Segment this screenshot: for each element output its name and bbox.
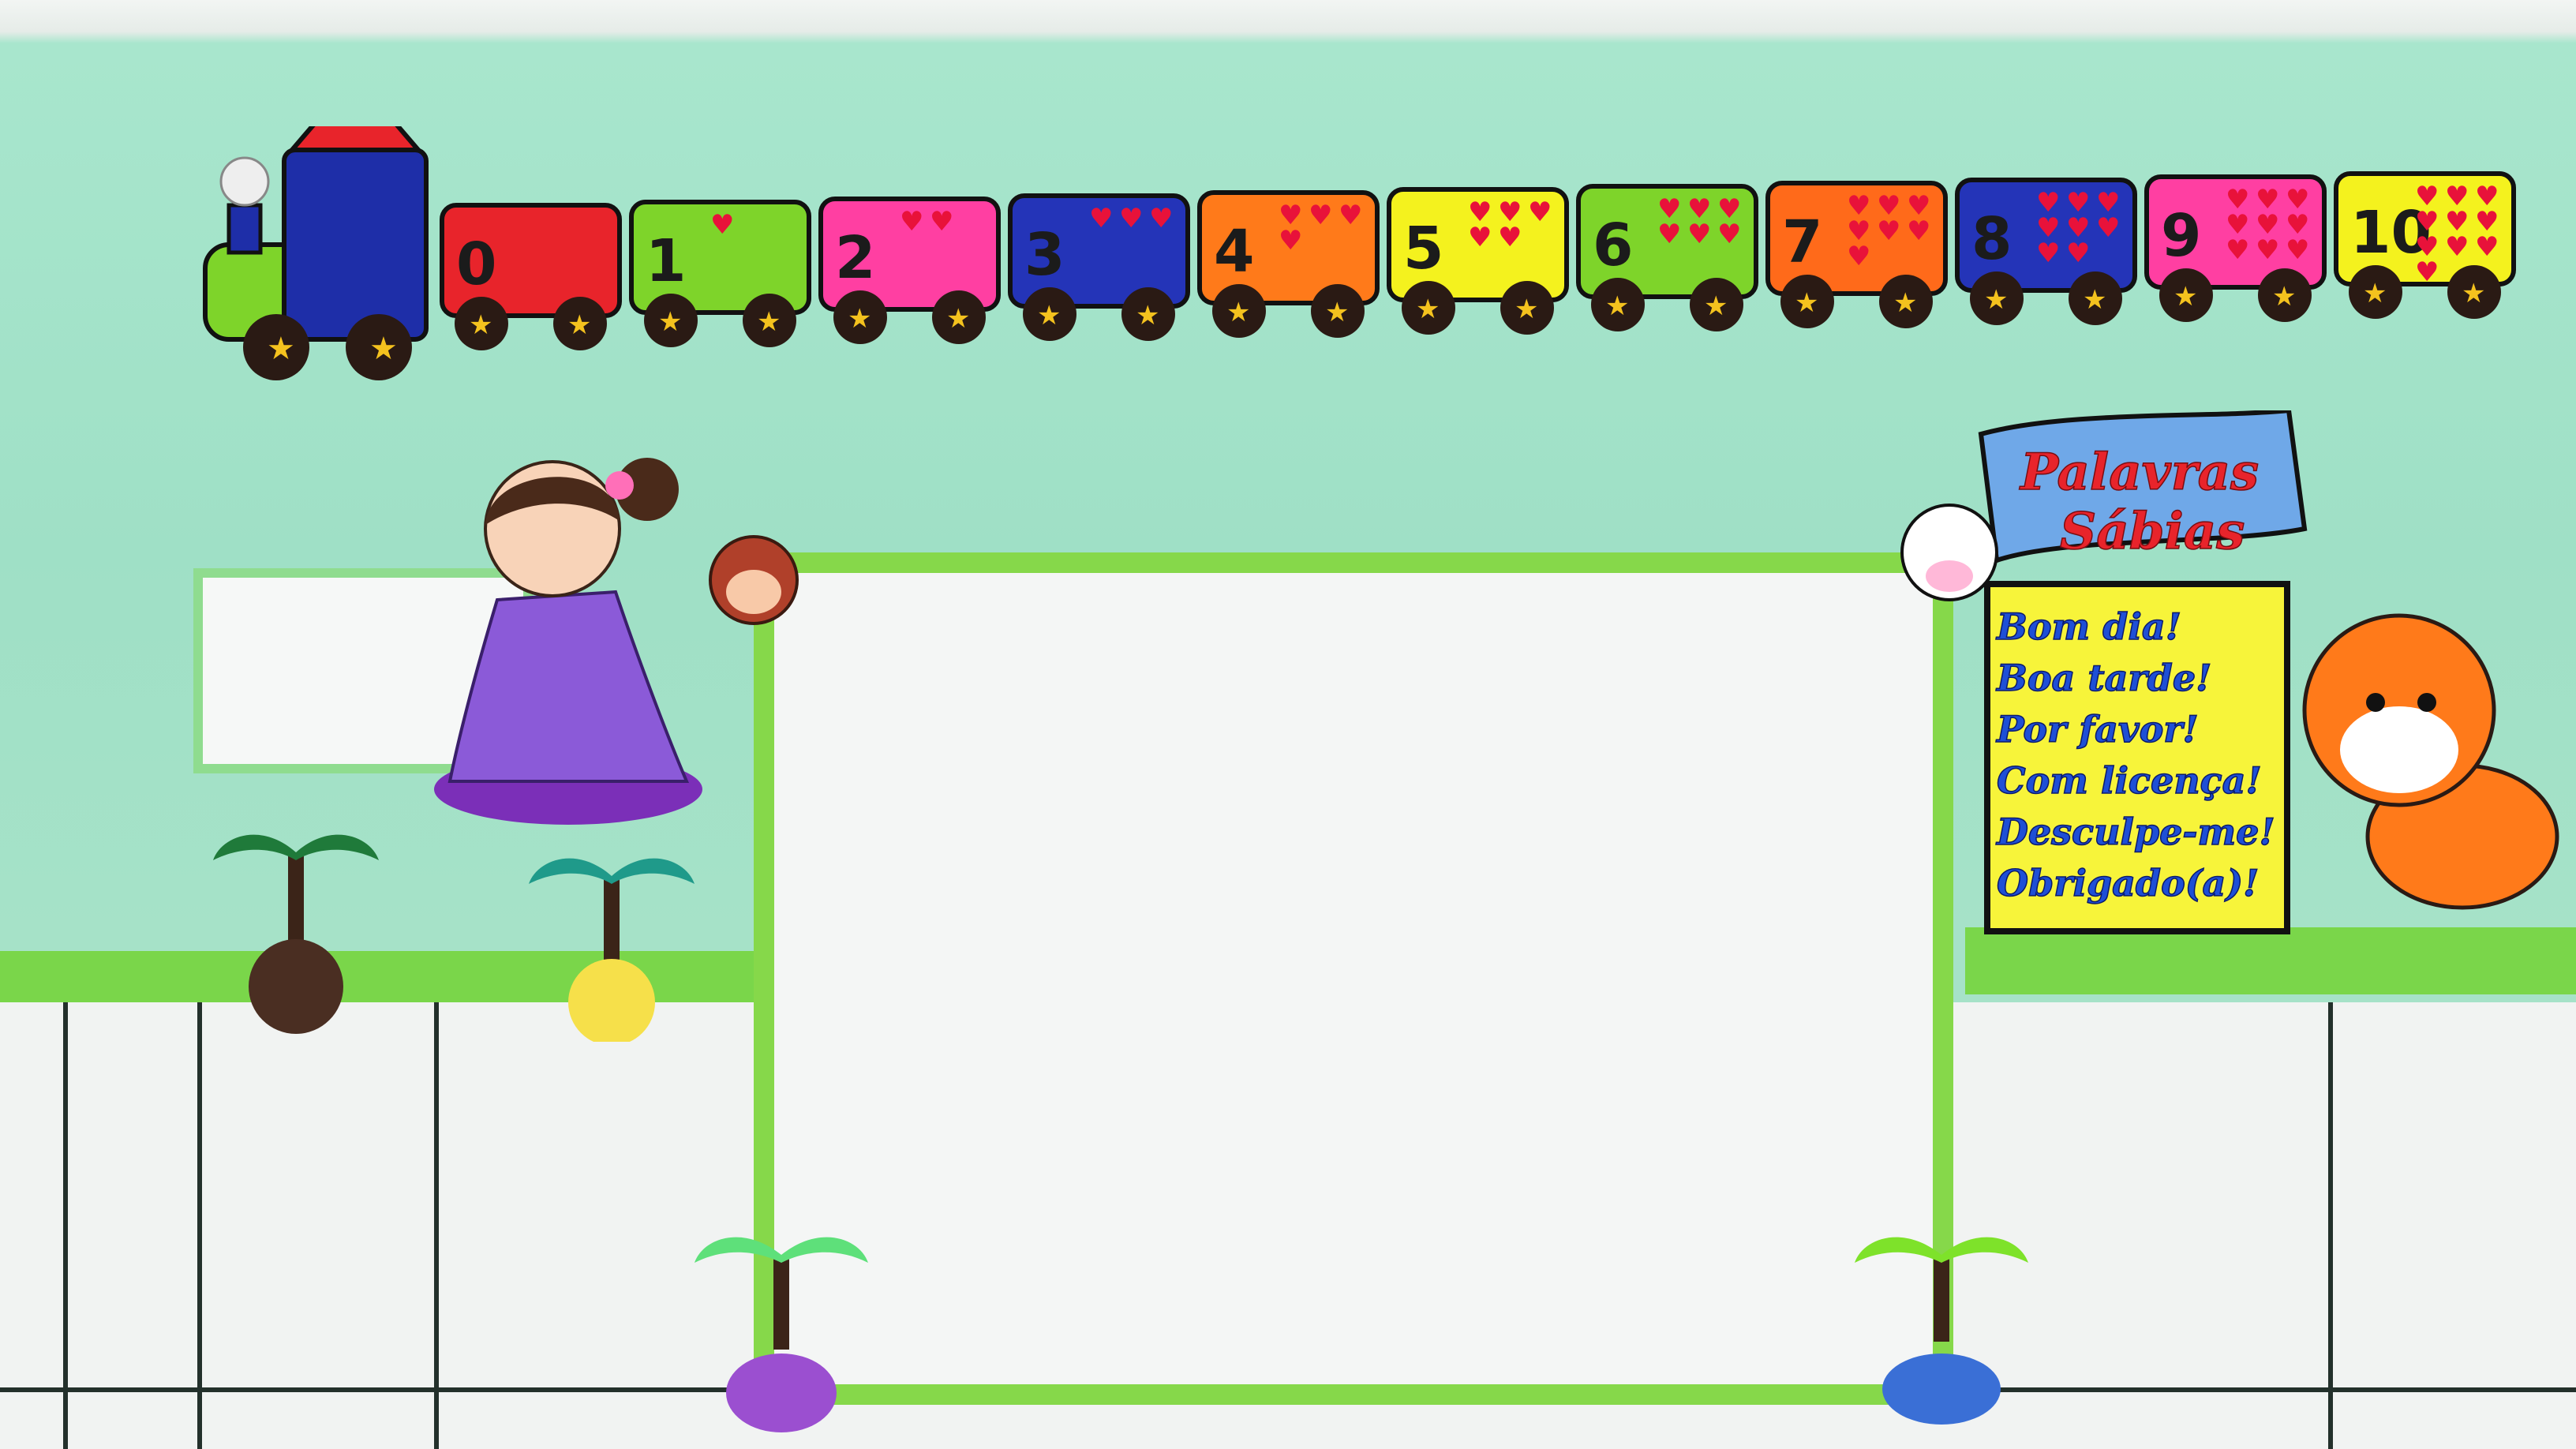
bear-icon [249,939,343,1034]
svg-text:★: ★ [369,331,398,367]
wagon-number: 4 [1214,218,1255,286]
star-icon: ★ [1226,297,1250,328]
heart-icon: ♥ [2286,234,2309,266]
heart-icon: ♥ [1528,197,1552,228]
sign-line-2: Boa tarde! [1995,657,2211,699]
heart-icon: ♥ [2475,231,2499,263]
number-train: ★ ★ 0★ ★1♥★ ★2♥ ♥★ ★3♥ ♥ ♥★ ★4♥ ♥ ♥♥★ ★5♥ ♥ ♥♥ ♥★ ★6♥ ♥… [203,126,2516,380]
wagon-number: 1 [646,227,687,295]
wagon-number: 0 [456,230,497,298]
palm-tree-icon [529,858,695,1042]
wagon-number: 5 [1403,215,1444,283]
tiger-icon [2302,613,2559,910]
praying-girl-icon [434,458,702,825]
heart-icon: ♥ [1149,203,1173,234]
train-wagon-2: 2 ♥ ♥ ★ ★ [818,197,1001,344]
heart-icon: ♥ [930,206,953,238]
sign-line-3: Por favor! [1995,708,2199,751]
sign-line-6: Obrigado(a)! [1997,862,2259,904]
star-icon: ★ [757,306,781,338]
star-icon: ★ [946,303,970,335]
heart-icon: ♥ [2226,234,2249,266]
wagon-number: 3 [1024,221,1065,289]
star-icon: ★ [1037,300,1061,331]
whiteboard [754,552,1953,1405]
wagon-number: 7 [1782,208,1823,276]
heart-icon: ♥ [2256,234,2279,266]
star-icon: ★ [1416,294,1440,325]
palm-tree-icon [1855,1237,2028,1425]
star-icon: ★ [2363,278,2387,309]
elephant-icon [1882,1354,2001,1425]
train-wagon-10: 10♥ ♥ ♥♥ ♥ ♥♥ ♥ ♥♥★ ★ [2334,171,2516,319]
palm-tree-icon [695,1237,868,1432]
star-icon: ★ [1704,290,1728,322]
star-icon: ★ [1136,300,1159,331]
wagon-number: 8 [1971,205,2012,273]
monkey-icon [709,535,799,625]
train-wagon-5: 5♥ ♥ ♥♥ ♥★ ★ [1387,187,1569,335]
locomotive-icon: ★ ★ [203,126,429,380]
sign-title-line2: Sábias [2060,502,2245,561]
heart-icon: ♥ [2066,238,2090,269]
heart-icon: ♥ [1877,215,1900,247]
heart-icon: ♥ [1339,200,1362,231]
svg-text:★: ★ [267,331,295,367]
star-icon: ★ [1893,287,1917,319]
train-wagon-7: 7♥ ♥ ♥♥ ♥ ♥♥★ ★ [1765,181,1948,328]
heart-icon: ♥ [1468,222,1492,253]
sign-line-4: Com licença! [1997,759,2262,802]
star-icon: ★ [1605,290,1629,322]
train-wagon-0: 0 ★ ★ [440,203,622,350]
star-icon: ★ [2083,284,2106,316]
heart-icon: ♥ [2036,238,2060,269]
heart-icon: ♥ [1717,219,1741,250]
heart-icon: ♥ [2445,231,2469,263]
heart-icon: ♥ [2415,256,2439,288]
heart-icon: ♥ [1119,203,1143,234]
zebra-icon [1900,504,1998,601]
train-wagon-4: 4♥ ♥ ♥♥★ ★ [1197,190,1380,338]
heart-icon: ♥ [1309,200,1332,231]
words-sign: Palavras Sábias Bom dia! Boa tarde! Por … [1978,410,2308,934]
star-icon: ★ [848,303,871,335]
train-wagon-1: 1 ♥ ★ ★ [629,200,811,347]
heart-icon: ♥ [1657,219,1681,250]
heart-icon: ♥ [1089,203,1113,234]
train-wagon-3: 3♥ ♥ ♥★ ★ [1008,193,1190,341]
star-icon: ★ [567,309,591,341]
train-wagon-8: 8♥ ♥ ♥♥ ♥ ♥♥ ♥★ ★ [1955,178,2137,325]
heart-icon: ♥ [1847,241,1870,272]
star-icon: ★ [1515,294,1538,325]
heart-icon: ♥ [710,209,734,241]
wagon-number: 9 [2161,202,2202,270]
star-icon: ★ [1795,287,1818,319]
palm-tree-icon [213,834,379,1034]
star-icon: ★ [1325,297,1349,328]
heart-icon: ♥ [900,206,923,238]
train-wagon-6: 6♥ ♥ ♥♥ ♥ ♥★ ★ [1576,184,1758,331]
sign-line-1: Bom dia! [1995,605,2181,648]
heart-icon: ♥ [2096,212,2120,244]
heart-icon: ♥ [1687,219,1711,250]
heart-icon: ♥ [1498,222,1522,253]
hippo-icon [726,1354,837,1432]
wagon-number: 2 [835,224,876,292]
star-icon: ★ [2272,281,2296,313]
star-icon: ★ [2174,281,2197,313]
heart-icon: ♥ [1279,225,1302,256]
star-icon: ★ [2462,278,2485,309]
wagon-number: 6 [1593,212,1634,279]
star-icon: ★ [469,309,492,341]
sign-line-5: Desculpe-me! [1995,811,2275,853]
star-icon: ★ [658,306,682,338]
sign-title-line1: Palavras [2019,443,2259,502]
train-wagon-9: 9♥ ♥ ♥♥ ♥ ♥♥ ♥ ♥★ ★ [2144,174,2327,322]
giraffe-icon [568,959,655,1042]
heart-icon: ♥ [1907,215,1930,247]
star-icon: ★ [1984,284,2008,316]
